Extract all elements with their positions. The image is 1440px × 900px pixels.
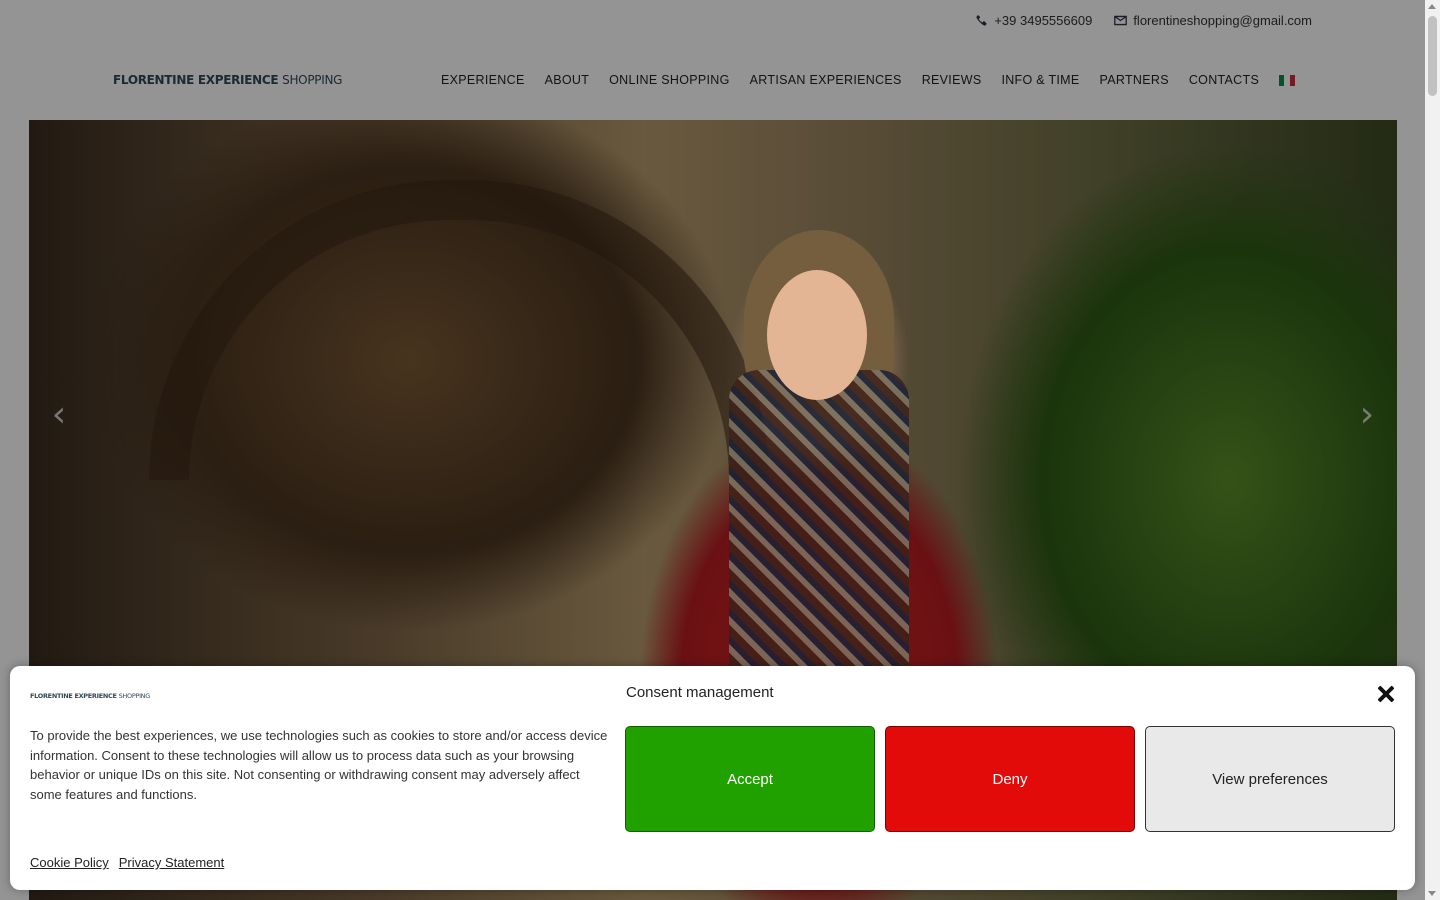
cookie-policy-link[interactable]: Cookie Policy [30, 855, 109, 870]
consent-description: To provide the best experiences, we use … [30, 728, 608, 802]
page-scrollbar[interactable] [1425, 0, 1440, 900]
consent-modal: FLORENTINE EXPERIENCE SHOPPING Consent m… [10, 666, 1415, 890]
consent-title: Consent management [626, 684, 774, 701]
deny-button[interactable]: Deny [885, 726, 1135, 832]
view-preferences-button[interactable]: View preferences [1145, 726, 1395, 832]
scroll-down-arrow-icon[interactable] [1428, 891, 1436, 896]
accept-button[interactable]: Accept [625, 726, 875, 832]
privacy-statement-link[interactable]: Privacy Statement [119, 855, 225, 870]
consent-links: Cookie Policy Privacy Statement [30, 855, 224, 870]
hero-photo-face [767, 270, 867, 400]
close-icon[interactable] [1374, 683, 1396, 705]
scrollbar-thumb[interactable] [1428, 16, 1437, 96]
scroll-up-arrow-icon[interactable] [1428, 4, 1436, 9]
consent-logo: FLORENTINE EXPERIENCE SHOPPING [30, 684, 150, 708]
consent-logo-wordmark: FLORENTINE EXPERIENCE SHOPPING [30, 692, 150, 700]
